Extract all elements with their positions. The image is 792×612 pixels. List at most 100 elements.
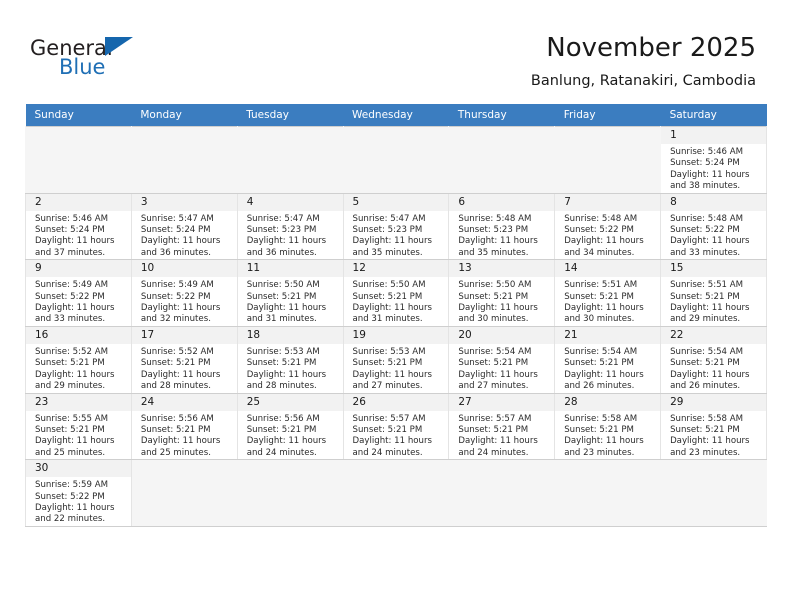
calendar-week-row: 1 Sunrise: 5:46 AM Sunset: 5:24 PM Daylight… [25, 126, 767, 194]
calendar-day-cell[interactable]: 17 Sunrise: 5:52 AM Sunset: 5:21 PM Dayligh… [130, 325, 238, 394]
sunset-text: Sunset: 5:23 PM [458, 225, 529, 236]
title-block: November 2025 Banlung, Ratanakiri, Cambo… [531, 32, 756, 91]
sunrise-text: Sunrise: 5:47 AM [246, 213, 320, 224]
day-details: Sunrise: 5:47 AM Sunset: 5:24 PM Daylight:… [132, 211, 237, 260]
page-title: November 2025 [546, 33, 756, 63]
daylight-text-line2: and 33 minutes. [35, 314, 106, 325]
calendar-day-cell[interactable]: 19 Sunrise: 5:53 AM Sunset: 5:21 PM Dayligh… [342, 325, 450, 394]
calendar-page: General Blue November 2025 Banlung, Rata… [0, 0, 792, 612]
sunrise-text: Sunrise: 5:51 AM [670, 280, 744, 291]
calendar-day-cell[interactable]: 6 Sunrise: 5:48 AM Sunset: 5:23 PM Daylight… [448, 192, 556, 261]
sunset-text: Sunset: 5:21 PM [35, 424, 105, 435]
calendar-day-cell[interactable]: 15 Sunrise: 5:51 AM Sunset: 5:21 PM Dayligh… [660, 259, 767, 327]
daylight-text-line2: and 30 minutes. [564, 314, 635, 325]
calendar-day-cell[interactable]: 3 Sunrise: 5:47 AM Sunset: 5:24 PM Daylight… [130, 192, 238, 261]
calendar-day-cell[interactable]: 14 Sunrise: 5:51 AM Sunset: 5:21 PM Dayligh… [554, 259, 662, 327]
calendar-day-cell[interactable]: 7 Sunrise: 5:48 AM Sunset: 5:22 PM Daylight… [554, 192, 662, 261]
sunrise-text: Sunrise: 5:46 AM [670, 147, 744, 157]
calendar-day-cell[interactable]: 9 Sunrise: 5:49 AM Sunset: 5:22 PM Daylight… [25, 259, 132, 327]
day-number: 21 [555, 326, 661, 344]
sunrise-text: Sunrise: 5:48 AM [458, 213, 532, 224]
daylight-text-line1: Daylight: 11 hours [352, 236, 433, 247]
sunrise-text: Sunrise: 5:56 AM [140, 413, 214, 424]
calendar-day-cell[interactable]: 16 Sunrise: 5:52 AM Sunset: 5:21 PM Dayligh… [25, 325, 132, 394]
day-number: 24 [131, 393, 237, 411]
calendar-header-row: Sunday Monday Tuesday Wednesday Thursday Frid… [25, 104, 767, 127]
day-number: 28 [555, 393, 661, 411]
calendar-day-cell[interactable]: 27 Sunrise: 5:57 AM Sunset: 5:21 PM Dayligh… [448, 392, 556, 461]
daylight-text-line2: and 35 minutes. [352, 247, 423, 258]
daylight-text-line2: and 35 minutes. [458, 247, 529, 258]
calendar-day-cell[interactable]: 12 Sunrise: 5:50 AM Sunset: 5:21 PM Dayligh… [342, 259, 450, 327]
sunrise-text: Sunrise: 5:55 AM [35, 413, 108, 424]
sunrise-text: Sunrise: 5:58 AM [670, 413, 744, 424]
daylight-text-line2: and 26 minutes. [564, 381, 635, 392]
day-details: Sunrise: 5:53 AM Sunset: 5:21 PM Daylight:… [238, 344, 343, 393]
daylight-text-line2: and 25 minutes. [35, 447, 106, 458]
daylight-text-line2: and 23 minutes. [670, 447, 741, 458]
sunset-text: Sunset: 5:21 PM [670, 424, 740, 435]
sunset-text: Sunset: 5:21 PM [670, 358, 740, 369]
day-details: Sunrise: 5:47 AM Sunset: 5:23 PM Daylight:… [344, 211, 449, 260]
calendar-day-cell-empty [554, 126, 662, 194]
calendar-day-cell[interactable]: 13 Sunrise: 5:50 AM Sunset: 5:21 PM Dayligh… [448, 259, 556, 327]
calendar-day-cell-empty [554, 459, 662, 527]
daylight-text-line2: and 23 minutes. [564, 447, 635, 458]
calendar-day-cell[interactable]: 1 Sunrise: 5:46 AM Sunset: 5:24 PM Daylight… [660, 126, 767, 194]
daylight-text-line1: Daylight: 11 hours [458, 303, 538, 314]
day-number: 3 [131, 193, 237, 211]
daylight-text-line1: Daylight: 11 hours [564, 369, 644, 380]
calendar-day-cell[interactable]: 20 Sunrise: 5:54 AM Sunset: 5:21 PM Dayligh… [448, 325, 556, 394]
calendar-day-cell[interactable]: 30 Sunrise: 5:59 AM Sunset: 5:22 PM Dayligh… [25, 459, 132, 527]
calendar-day-cell[interactable]: 28 Sunrise: 5:58 AM Sunset: 5:21 PM Dayligh… [554, 392, 662, 461]
calendar-day-cell[interactable]: 24 Sunrise: 5:56 AM Sunset: 5:21 PM Dayligh… [130, 392, 238, 461]
day-details: Sunrise: 5:49 AM Sunset: 5:22 PM Daylight:… [26, 277, 131, 326]
sunrise-text: Sunrise: 5:53 AM [246, 346, 320, 357]
day-number [131, 127, 237, 144]
sunset-text: Sunset: 5:21 PM [458, 291, 529, 302]
calendar-day-cell[interactable]: 8 Sunrise: 5:48 AM Sunset: 5:22 PM Daylight… [660, 192, 767, 261]
calendar-week-row: 2 Sunrise: 5:46 AM Sunset: 5:24 PM Daylight… [25, 192, 767, 261]
day-details: Sunrise: 5:57 AM Sunset: 5:21 PM Daylight:… [344, 411, 449, 460]
day-number: 9 [26, 260, 131, 278]
calendar-day-cell[interactable]: 23 Sunrise: 5:55 AM Sunset: 5:21 PM Dayligh… [25, 392, 132, 461]
calendar-day-cell[interactable]: 18 Sunrise: 5:53 AM Sunset: 5:21 PM Dayligh… [236, 325, 344, 394]
daylight-text-line2: and 34 minutes. [564, 247, 635, 258]
brand-logo[interactable]: General Blue [30, 36, 290, 92]
calendar-day-cell[interactable]: 11 Sunrise: 5:50 AM Sunset: 5:21 PM Dayligh… [236, 259, 344, 327]
calendar-day-cell[interactable]: 21 Sunrise: 5:54 AM Sunset: 5:21 PM Dayligh… [554, 325, 662, 394]
day-number [26, 127, 131, 144]
daylight-text-line1: Daylight: 11 hours [140, 369, 221, 380]
calendar-day-cell[interactable]: 2 Sunrise: 5:46 AM Sunset: 5:24 PM Daylight… [25, 192, 132, 261]
daylight-text-line2: and 36 minutes. [246, 247, 317, 258]
calendar-day-cell[interactable]: 29 Sunrise: 5:58 AM Sunset: 5:21 PM Dayligh… [660, 392, 767, 461]
daylight-text-line2: and 24 minutes. [352, 447, 423, 458]
calendar-day-cell[interactable]: 25 Sunrise: 5:56 AM Sunset: 5:21 PM Dayligh… [236, 392, 344, 461]
daylight-text-line1: Daylight: 11 hours [564, 236, 644, 247]
weekday-header-saturday: Saturday [660, 104, 767, 127]
daylight-text-line2: and 27 minutes. [352, 381, 423, 392]
sunset-text: Sunset: 5:21 PM [140, 424, 211, 435]
daylight-text-line2: and 24 minutes. [246, 447, 317, 458]
daylight-text-line1: Daylight: 11 hours [140, 436, 221, 447]
day-number: 23 [26, 393, 131, 411]
sunset-text: Sunset: 5:21 PM [670, 291, 740, 302]
sunset-text: Sunset: 5:22 PM [140, 291, 211, 302]
calendar-day-cell[interactable]: 5 Sunrise: 5:47 AM Sunset: 5:23 PM Daylight… [342, 192, 450, 261]
calendar-day-cell[interactable]: 26 Sunrise: 5:57 AM Sunset: 5:21 PM Dayligh… [342, 392, 450, 461]
daylight-text-line1: Daylight: 11 hours [35, 303, 115, 314]
day-number: 18 [237, 326, 343, 344]
sunset-text: Sunset: 5:21 PM [564, 424, 634, 435]
calendar-day-cell[interactable]: 22 Sunrise: 5:54 AM Sunset: 5:21 PM Dayligh… [660, 325, 767, 394]
calendar-day-cell-empty [448, 459, 556, 527]
daylight-text-line2: and 28 minutes. [246, 381, 317, 392]
calendar-day-cell[interactable]: 4 Sunrise: 5:47 AM Sunset: 5:23 PM Daylight… [236, 192, 344, 261]
day-number [131, 460, 237, 478]
daylight-text-line1: Daylight: 11 hours [35, 502, 115, 513]
triangle-flag-icon [105, 37, 133, 56]
calendar-day-cell[interactable]: 10 Sunrise: 5:49 AM Sunset: 5:22 PM Dayligh… [130, 259, 238, 327]
calendar-day-cell-empty [25, 126, 132, 194]
daylight-text-line1: Daylight: 11 hours [246, 436, 327, 447]
day-details: Sunrise: 5:52 AM Sunset: 5:21 PM Daylight:… [132, 344, 237, 393]
calendar-day-cell-empty [236, 126, 344, 194]
